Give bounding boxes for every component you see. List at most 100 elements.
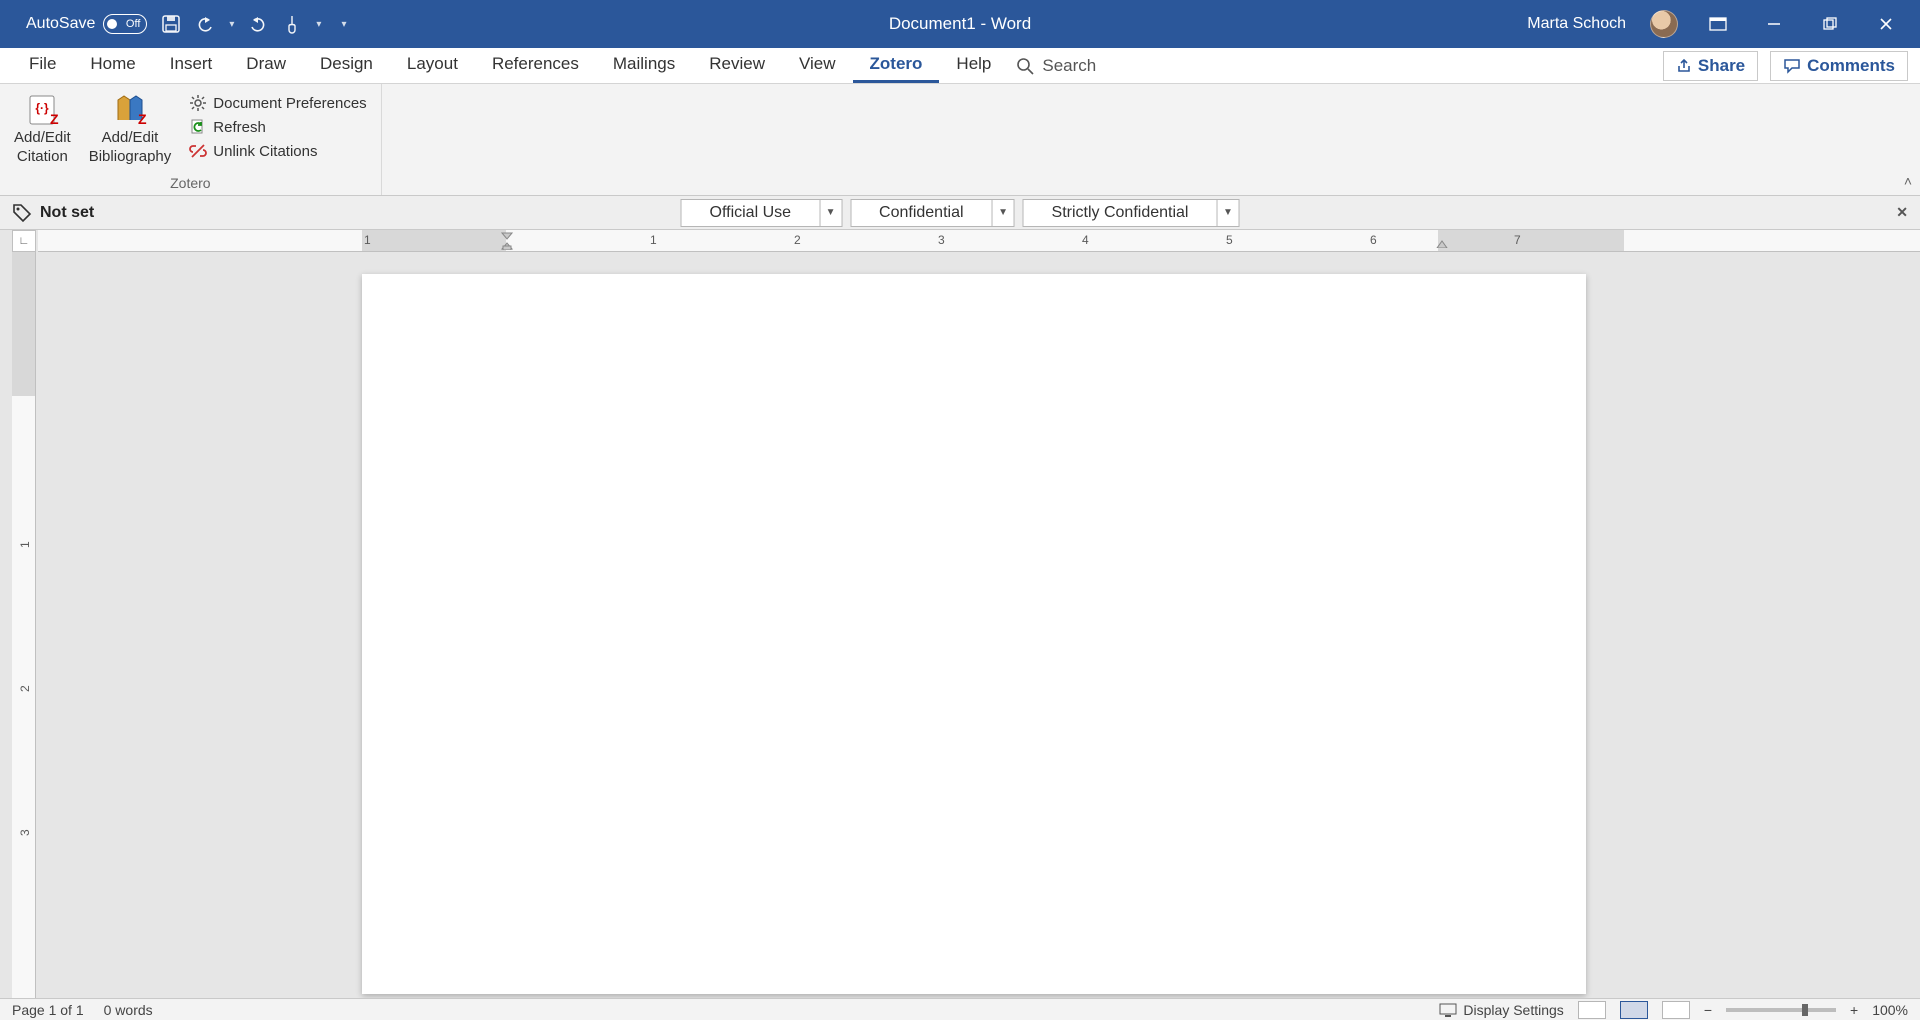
share-icon xyxy=(1676,58,1692,74)
redo-icon[interactable] xyxy=(248,14,268,34)
tab-home[interactable]: Home xyxy=(73,48,152,83)
status-bar: Page 1 of 1 0 words Display Settings − +… xyxy=(0,998,1920,1020)
vertical-ruler[interactable]: 1 2 3 xyxy=(12,252,36,998)
right-indent-marker[interactable] xyxy=(1436,240,1448,248)
ruler-number: 1 xyxy=(18,541,32,548)
qat-customize-icon[interactable]: ▾ xyxy=(341,19,346,30)
ribbon-group-label: Zotero xyxy=(14,175,367,193)
tab-review[interactable]: Review xyxy=(692,48,782,83)
tab-insert[interactable]: Insert xyxy=(153,48,230,83)
ribbon-group-zotero: {·}Z Add/Edit Citation Z Add/Edit Biblio… xyxy=(0,84,382,195)
classification-status-text: Not set xyxy=(40,204,94,222)
share-label: Share xyxy=(1698,56,1745,76)
tab-design[interactable]: Design xyxy=(303,48,390,83)
ruler-number: 1 xyxy=(364,233,371,247)
classification-strictly-confidential[interactable]: Strictly Confidential ▼ xyxy=(1023,199,1240,227)
undo-dropdown-icon[interactable]: ▾ xyxy=(229,19,234,30)
autosave-label: AutoSave xyxy=(26,15,95,33)
document-page[interactable] xyxy=(362,274,1586,994)
tab-mailings[interactable]: Mailings xyxy=(596,48,692,83)
ruler-number: 4 xyxy=(1082,233,1089,247)
citation-icon: {·}Z xyxy=(24,92,60,128)
close-classification-icon[interactable]: ✕ xyxy=(1896,204,1908,221)
ribbon-display-icon[interactable] xyxy=(1702,8,1734,40)
zoom-level[interactable]: 100% xyxy=(1872,1002,1908,1018)
user-avatar[interactable] xyxy=(1650,10,1678,38)
comments-icon xyxy=(1783,58,1801,74)
chevron-down-icon[interactable]: ▼ xyxy=(819,200,841,226)
read-mode-button[interactable] xyxy=(1578,1001,1606,1019)
zoom-thumb[interactable] xyxy=(1802,1004,1808,1016)
ruler-tab-selector[interactable]: ∟ xyxy=(12,230,36,252)
biblio-label-2: Bibliography xyxy=(89,149,172,166)
ruler-number: 3 xyxy=(18,829,32,836)
horizontal-ruler[interactable]: 1 1 2 3 4 5 6 7 xyxy=(38,230,1920,252)
zoom-slider[interactable] xyxy=(1726,1008,1836,1012)
refresh-icon xyxy=(189,118,207,136)
document-preferences-button[interactable]: Document Preferences xyxy=(189,94,366,112)
close-icon[interactable] xyxy=(1870,8,1902,40)
collapse-ribbon-icon[interactable]: ˄ xyxy=(1904,173,1912,189)
zoom-in-button[interactable]: + xyxy=(1850,1002,1858,1018)
touch-dropdown-icon[interactable]: ▾ xyxy=(316,19,321,30)
comments-label: Comments xyxy=(1807,56,1895,76)
document-title: Document1 - Word xyxy=(889,14,1031,34)
save-icon[interactable] xyxy=(161,14,181,34)
chevron-down-icon[interactable]: ▼ xyxy=(1216,200,1238,226)
display-settings-icon xyxy=(1439,1003,1457,1017)
maximize-icon[interactable] xyxy=(1814,8,1846,40)
ruler-number: 1 xyxy=(650,233,657,247)
add-edit-citation-button[interactable]: {·}Z Add/Edit Citation xyxy=(14,90,71,165)
ruler-number: 2 xyxy=(794,233,801,247)
tag-icon xyxy=(12,203,32,223)
titlebar-right: Marta Schoch xyxy=(1527,8,1912,40)
ribbon-tabs: File Home Insert Draw Design Layout Refe… xyxy=(0,48,1920,84)
document-workspace: ∟ 1 1 2 3 4 5 6 7 1 2 3 xyxy=(0,230,1920,998)
add-edit-bibliography-button[interactable]: Z Add/Edit Bibliography xyxy=(89,90,172,165)
print-layout-button[interactable] xyxy=(1620,1001,1648,1019)
tab-references[interactable]: References xyxy=(475,48,596,83)
ruler-number: 7 xyxy=(1514,233,1521,247)
gear-icon xyxy=(189,94,207,112)
ruler-number: 6 xyxy=(1370,233,1377,247)
classification-status[interactable]: Not set xyxy=(12,203,94,223)
minimize-icon[interactable] xyxy=(1758,8,1790,40)
autosave-toggle[interactable]: AutoSave Off xyxy=(26,14,147,34)
search-label: Search xyxy=(1042,56,1096,76)
tab-view[interactable]: View xyxy=(782,48,853,83)
comments-button[interactable]: Comments xyxy=(1770,51,1908,81)
tab-help[interactable]: Help xyxy=(939,48,1008,83)
display-settings-button[interactable]: Display Settings xyxy=(1439,1002,1563,1018)
share-button[interactable]: Share xyxy=(1663,51,1758,81)
ruler-number: 3 xyxy=(938,233,945,247)
web-layout-button[interactable] xyxy=(1662,1001,1690,1019)
classification-confidential[interactable]: Confidential ▼ xyxy=(850,199,1015,227)
undo-icon[interactable] xyxy=(195,14,215,34)
ruler-number: 5 xyxy=(1226,233,1233,247)
classification-official-use[interactable]: Official Use ▼ xyxy=(681,199,843,227)
user-name[interactable]: Marta Schoch xyxy=(1527,15,1626,33)
search-icon xyxy=(1016,57,1034,75)
titlebar: AutoSave Off ▾ ▾ ▾ Document1 - Word Mart… xyxy=(0,0,1920,48)
ruler-number: 2 xyxy=(18,685,32,692)
tab-file[interactable]: File xyxy=(12,48,73,83)
page-indicator[interactable]: Page 1 of 1 xyxy=(12,1002,84,1018)
tab-layout[interactable]: Layout xyxy=(390,48,475,83)
tab-zotero[interactable]: Zotero xyxy=(853,48,940,83)
autosave-switch[interactable]: Off xyxy=(103,14,147,34)
citation-label-1: Add/Edit xyxy=(14,130,71,147)
refresh-label: Refresh xyxy=(213,119,266,136)
zoom-out-button[interactable]: − xyxy=(1704,1002,1712,1018)
unlink-citations-button[interactable]: Unlink Citations xyxy=(189,142,366,160)
chevron-down-icon[interactable]: ▼ xyxy=(992,200,1014,226)
word-count[interactable]: 0 words xyxy=(104,1002,153,1018)
tab-draw[interactable]: Draw xyxy=(229,48,303,83)
prefs-label: Document Preferences xyxy=(213,95,366,112)
refresh-button[interactable]: Refresh xyxy=(189,118,366,136)
first-line-indent-marker[interactable] xyxy=(501,232,513,250)
classification-option-label: Confidential xyxy=(851,204,992,222)
autosave-state: Off xyxy=(126,18,140,30)
touch-mode-icon[interactable] xyxy=(282,14,302,34)
unlink-icon xyxy=(189,142,207,160)
search-button[interactable]: Search xyxy=(1016,56,1096,76)
